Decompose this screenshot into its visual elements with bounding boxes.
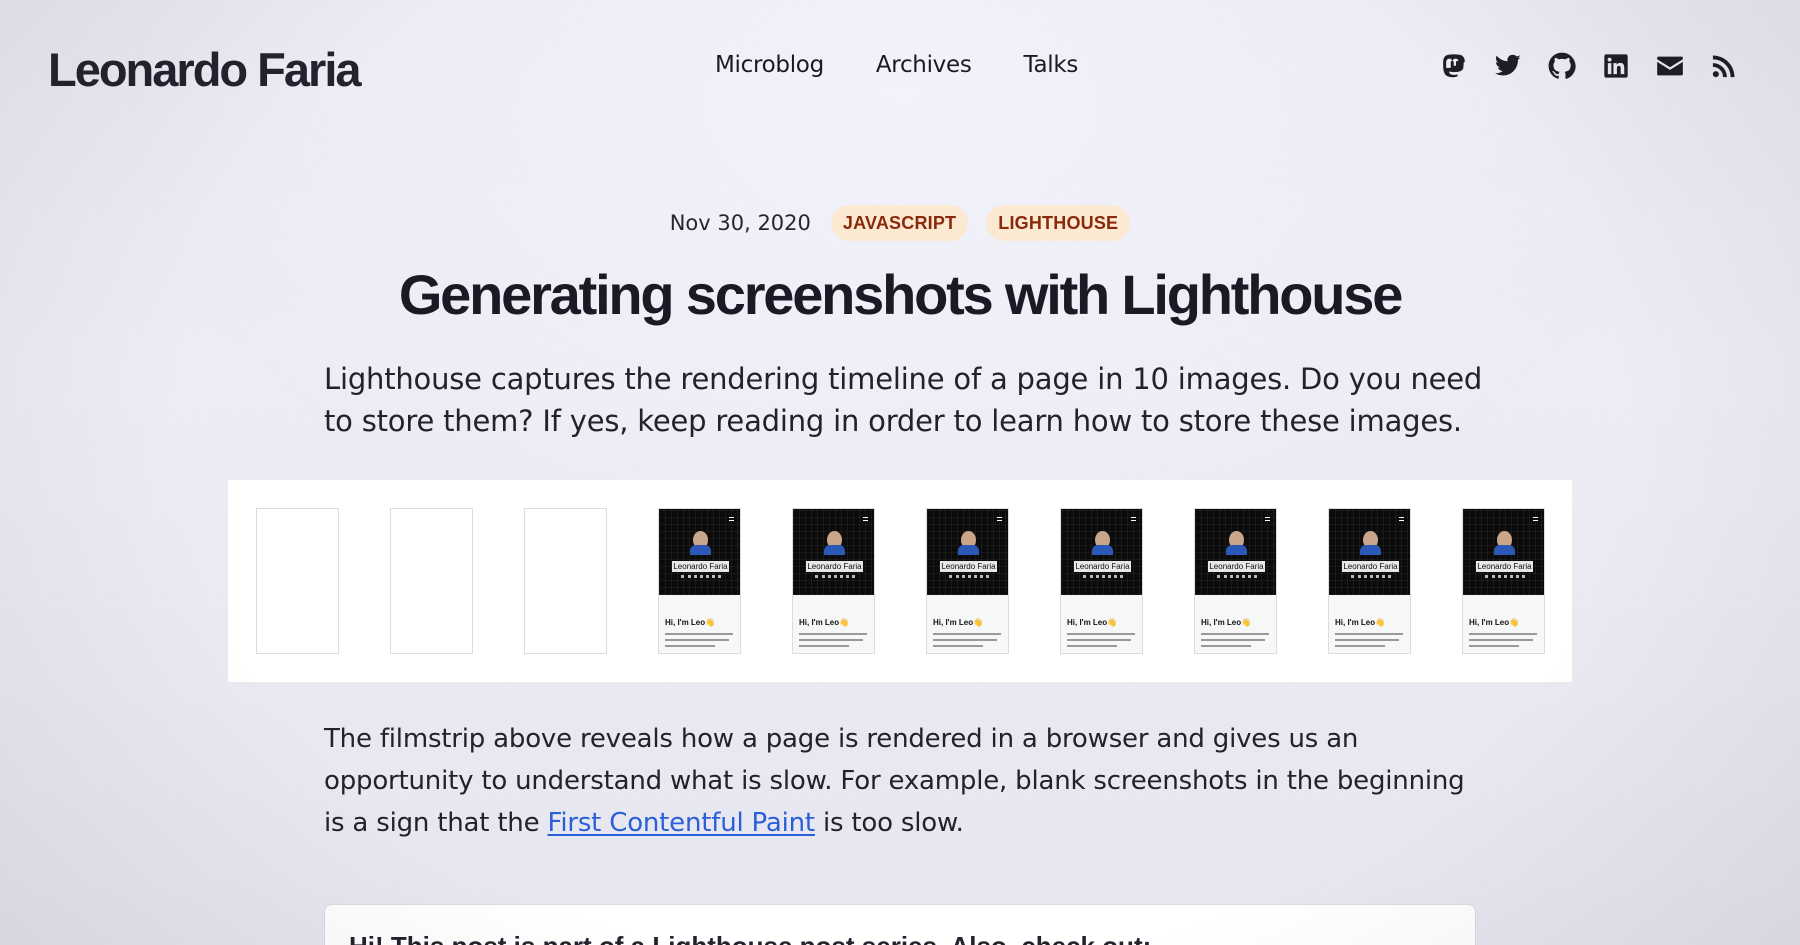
nav-link-archives[interactable]: Archives	[876, 52, 972, 78]
frame-greeting: Hi, I'm Leo👋	[933, 618, 984, 627]
frame-greeting: Hi, I'm Leo👋	[665, 618, 716, 627]
filmstrip-frame: Leonardo Faria Hi, I'm Leo👋	[1194, 508, 1277, 654]
callout-text: Hi! This post is part of a Lighthouse po…	[349, 931, 1151, 945]
main-nav: Microblog Archives Talks	[715, 52, 1078, 78]
frame-name-label: Leonardo Faria	[1342, 561, 1399, 572]
frame-greeting: Hi, I'm Leo👋	[1469, 618, 1520, 627]
nav-link-microblog[interactable]: Microblog	[715, 52, 824, 78]
post-title: Generating screenshots with Lighthouse	[398, 263, 1404, 326]
paragraph-text-end: is too slow.	[814, 808, 964, 838]
tag-javascript[interactable]: JAVASCRIPT	[830, 205, 969, 241]
site-header: Leonardo Faria Microblog Archives Talks	[0, 0, 1800, 135]
filmstrip-frame	[524, 508, 607, 654]
frame-name-label: Leonardo Faria	[1208, 561, 1265, 572]
lighthouse-filmstrip: Leonardo Faria Hi, I'm Leo👋 Leonardo Faria…	[228, 480, 1572, 682]
filmstrip-frame	[390, 508, 473, 654]
frame-greeting: Hi, I'm Leo👋	[1067, 618, 1118, 627]
frame-greeting: Hi, I'm Leo👋	[799, 618, 850, 627]
frame-name-label: Leonardo Faria	[1074, 561, 1131, 572]
filmstrip-frame: Leonardo Faria Hi, I'm Leo👋	[1060, 508, 1143, 654]
frame-greeting: Hi, I'm Leo👋	[1335, 618, 1386, 627]
filmstrip-frame	[256, 508, 339, 654]
social-links	[1440, 52, 1738, 80]
rss-icon[interactable]	[1710, 52, 1738, 80]
email-icon[interactable]	[1656, 52, 1684, 80]
post-lead: Lighthouse captures the rendering timeli…	[324, 362, 1483, 438]
filmstrip-frame: Leonardo Faria Hi, I'm Leo👋	[1328, 508, 1411, 654]
filmstrip-frame: Leonardo Faria Hi, I'm Leo👋	[658, 508, 741, 654]
fcp-link[interactable]: First Contentful Paint	[547, 808, 815, 838]
frame-name-label: Leonardo Faria	[1476, 561, 1533, 572]
frame-name-label: Leonardo Faria	[672, 561, 729, 572]
github-icon[interactable]	[1548, 52, 1576, 80]
twitter-icon[interactable]	[1494, 52, 1522, 80]
series-callout: Hi! This post is part of a Lighthouse po…	[324, 904, 1476, 945]
site-logo[interactable]: Leonardo Faria	[48, 42, 362, 97]
frame-name-label: Leonardo Faria	[940, 561, 997, 572]
frame-greeting: Hi, I'm Leo👋	[1201, 618, 1252, 627]
nav-link-talks[interactable]: Talks	[1024, 52, 1079, 78]
linkedin-icon[interactable]	[1602, 52, 1630, 80]
filmstrip-frame: Leonardo Faria Hi, I'm Leo👋	[792, 508, 875, 654]
mastodon-icon[interactable]	[1440, 52, 1468, 80]
post-paragraph: The filmstrip above reveals how a page i…	[324, 718, 1484, 844]
tag-lighthouse[interactable]: LIGHTHOUSE	[986, 205, 1131, 241]
filmstrip-frame: Leonardo Faria Hi, I'm Leo👋	[926, 508, 1009, 654]
filmstrip-frame: Leonardo Faria Hi, I'm Leo👋	[1462, 508, 1545, 654]
post-date: Nov 30, 2020	[669, 211, 811, 235]
frame-name-label: Leonardo Faria	[806, 561, 863, 572]
post-meta: Nov 30, 2020 JAVASCRIPT LIGHTHOUSE	[0, 205, 1800, 241]
